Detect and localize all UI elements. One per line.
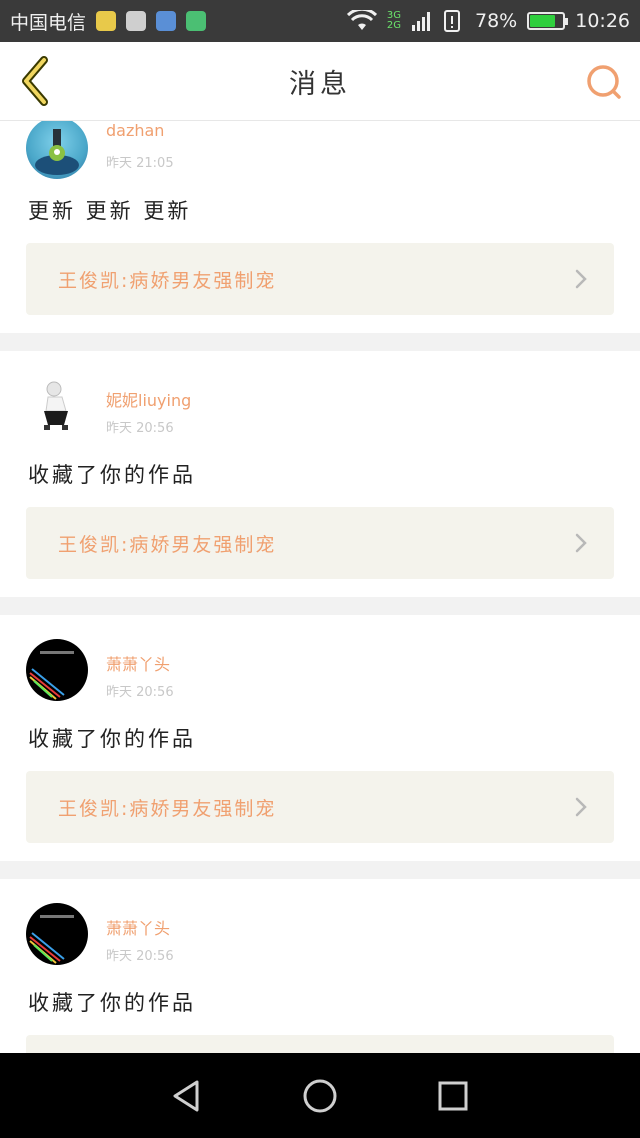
- work-title: 王俊凯:病娇男友强制宠: [58, 269, 277, 292]
- battery-icon: [527, 12, 569, 30]
- work-title: 王俊凯:病娇男友强制宠: [58, 797, 277, 820]
- username[interactable]: 萧萧丫头: [106, 915, 170, 939]
- app-notification-icon: [186, 11, 207, 31]
- message-time: 昨天 20:56: [106, 421, 174, 436]
- message-list[interactable]: dazhan 昨天 21:05 更新 更新 更新 王俊凯:病娇男友强制宠 妮妮l…: [0, 121, 640, 1053]
- status-bar-left: 中国电信: [10, 8, 207, 35]
- sim-alert-icon: [444, 10, 460, 32]
- avatar-image: [44, 381, 68, 430]
- user-avatar[interactable]: [26, 903, 88, 965]
- message-card: 萧萧丫头 昨天 20:56 收藏了你的作品: [0, 879, 640, 1053]
- network-type: 3G 2G: [387, 11, 401, 31]
- work-title: 王俊凯:病娇男友强制宠: [58, 533, 277, 556]
- page-title: 消息: [289, 68, 351, 100]
- triangle-back-icon[interactable]: [167, 1076, 207, 1116]
- message-time: 昨天 21:05: [106, 156, 174, 171]
- square-recents-icon[interactable]: [433, 1076, 473, 1116]
- system-nav-bar: [0, 1053, 640, 1138]
- chevron-right-icon: [575, 269, 587, 289]
- app-notification-icon: [126, 11, 147, 31]
- message-text: 收藏了你的作品: [28, 991, 196, 1015]
- user-avatar[interactable]: [26, 121, 88, 179]
- message-card: dazhan 昨天 21:05 更新 更新 更新 王俊凯:病娇男友强制宠: [0, 121, 640, 333]
- chevron-left-icon[interactable]: [18, 56, 54, 106]
- chevron-right-icon: [575, 533, 587, 553]
- circle-home-icon[interactable]: [300, 1076, 340, 1116]
- message-text: 收藏了你的作品: [28, 463, 196, 487]
- signal-icon: [412, 12, 430, 31]
- message-card: 妮妮liuying 昨天 20:56 收藏了你的作品 王俊凯:病娇男友强制宠: [0, 351, 640, 597]
- work-link[interactable]: 王俊凯:病娇男友强制宠: [26, 771, 614, 843]
- message-time: 昨天 20:56: [106, 949, 174, 964]
- message-time: 昨天 20:56: [106, 685, 174, 700]
- user-avatar[interactable]: [26, 375, 88, 437]
- app-notification-icon: [96, 11, 117, 31]
- network-type-bottom: 2G: [386, 20, 401, 31]
- message-text: 收藏了你的作品: [28, 727, 196, 751]
- carrier-label: 中国电信: [10, 11, 87, 34]
- work-link[interactable]: 王俊凯:病娇男友强制宠: [26, 243, 614, 315]
- work-link[interactable]: [26, 1035, 614, 1053]
- avatar-image: [29, 651, 74, 700]
- status-bar: 中国电信 3G 2G 78% 10:26: [0, 0, 640, 42]
- username[interactable]: dazhan: [106, 121, 164, 140]
- app-notification-icon: [156, 11, 177, 31]
- search-icon[interactable]: [584, 62, 624, 102]
- status-bar-right: 3G 2G 78% 10:26: [346, 9, 630, 33]
- avatar-image: [35, 129, 79, 175]
- username[interactable]: 妮妮liuying: [106, 387, 191, 411]
- app-header: 消息: [0, 42, 640, 121]
- avatar-image: [29, 915, 74, 964]
- user-avatar[interactable]: [26, 639, 88, 701]
- message-text: 更新 更新 更新: [28, 199, 192, 223]
- clock: 10:26: [575, 10, 630, 32]
- work-link[interactable]: 王俊凯:病娇男友强制宠: [26, 507, 614, 579]
- message-card: 萧萧丫头 昨天 20:56 收藏了你的作品 王俊凯:病娇男友强制宠: [0, 615, 640, 861]
- battery-level: [530, 15, 556, 27]
- chevron-right-icon: [575, 797, 587, 817]
- username[interactable]: 萧萧丫头: [106, 651, 170, 675]
- battery-percent: 78%: [475, 10, 518, 32]
- wifi-icon: [346, 10, 377, 30]
